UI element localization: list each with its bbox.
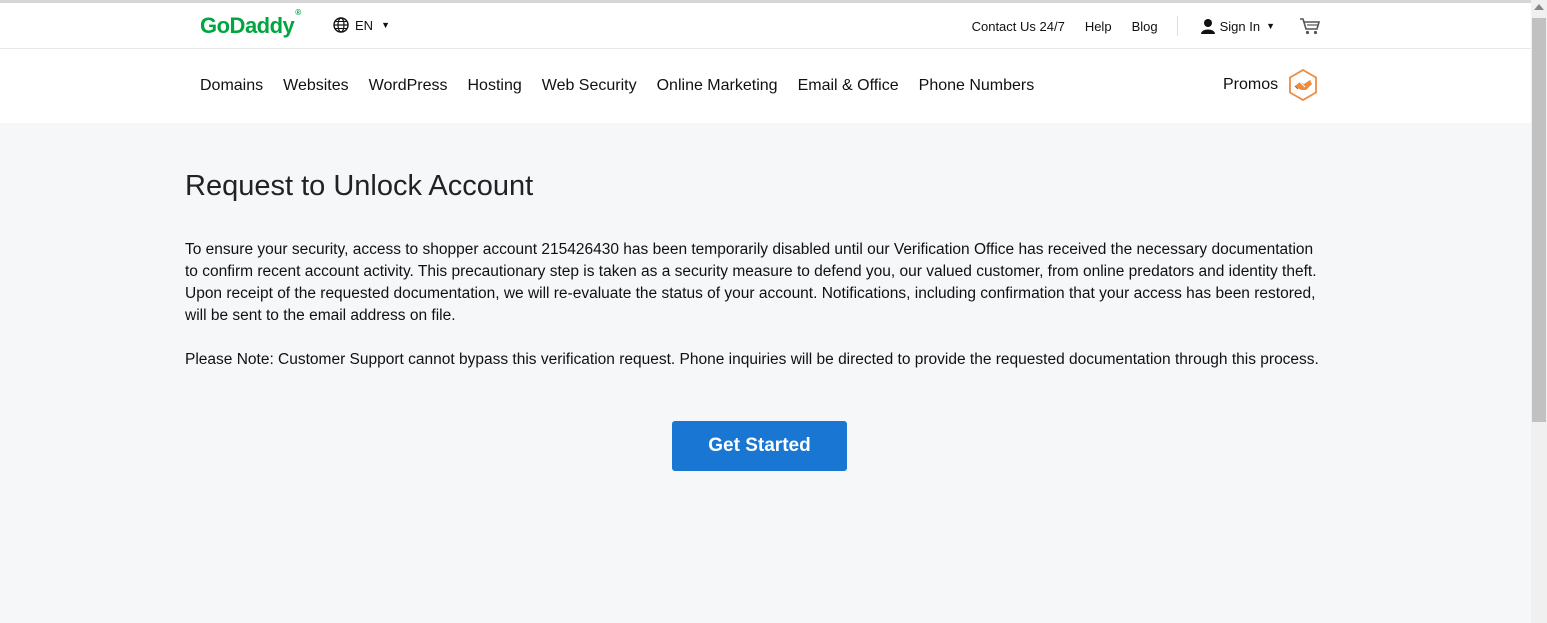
nav-online-marketing[interactable]: Online Marketing [657, 77, 778, 95]
nav-websites[interactable]: Websites [283, 77, 349, 95]
nav-email-office[interactable]: Email & Office [798, 77, 899, 95]
main-content: Request to Unlock Account To ensure your… [185, 123, 1325, 371]
sign-in-label: Sign In [1219, 18, 1261, 34]
user-icon [1200, 19, 1215, 34]
page-title: Request to Unlock Account [185, 170, 534, 202]
nav-phone-numbers[interactable]: Phone Numbers [919, 77, 1035, 95]
contact-us-link[interactable]: Contact Us 24/7 [972, 19, 1065, 34]
get-started-button[interactable]: Get Started [672, 421, 847, 471]
language-selector[interactable]: EN ▼ [333, 17, 390, 33]
promos-link[interactable]: Promos [1223, 69, 1318, 101]
vertical-scrollbar[interactable] [1531, 0, 1547, 623]
nav-items: Domains Websites WordPress Hosting Web S… [200, 49, 1034, 123]
security-explanation-text: To ensure your security, access to shopp… [185, 241, 1317, 324]
scroll-thumb[interactable] [1532, 18, 1546, 422]
caret-down-icon: ▼ [381, 20, 390, 30]
caret-down-icon: ▼ [1266, 21, 1275, 31]
cart-icon [1300, 18, 1321, 35]
main-navigation: Domains Websites WordPress Hosting Web S… [0, 49, 1531, 123]
language-label: EN [355, 17, 374, 33]
cart-button[interactable] [1299, 17, 1321, 35]
support-note-text: Please Note: Customer Support cannot byp… [185, 351, 1319, 368]
nav-web-security[interactable]: Web Security [542, 77, 637, 95]
scroll-up-arrow-icon[interactable] [1534, 4, 1544, 10]
utility-bar: GoDaddy® EN ▼ Contact Us 24/7 Help Blog … [0, 3, 1531, 49]
utility-links: Contact Us 24/7 Help Blog Sign In ▼ [972, 3, 1531, 49]
godaddy-logo[interactable]: GoDaddy® [200, 8, 301, 39]
globe-icon [333, 17, 349, 33]
nav-domains[interactable]: Domains [200, 77, 263, 95]
nav-hosting[interactable]: Hosting [468, 77, 522, 95]
help-link[interactable]: Help [1085, 19, 1112, 34]
promos-label: Promos [1223, 76, 1279, 93]
blog-link[interactable]: Blog [1132, 19, 1158, 34]
sign-in-menu[interactable]: Sign In ▼ [1200, 18, 1275, 34]
promos-handshake-icon [1289, 69, 1318, 101]
nav-wordpress[interactable]: WordPress [369, 77, 448, 95]
divider [1176, 16, 1178, 36]
